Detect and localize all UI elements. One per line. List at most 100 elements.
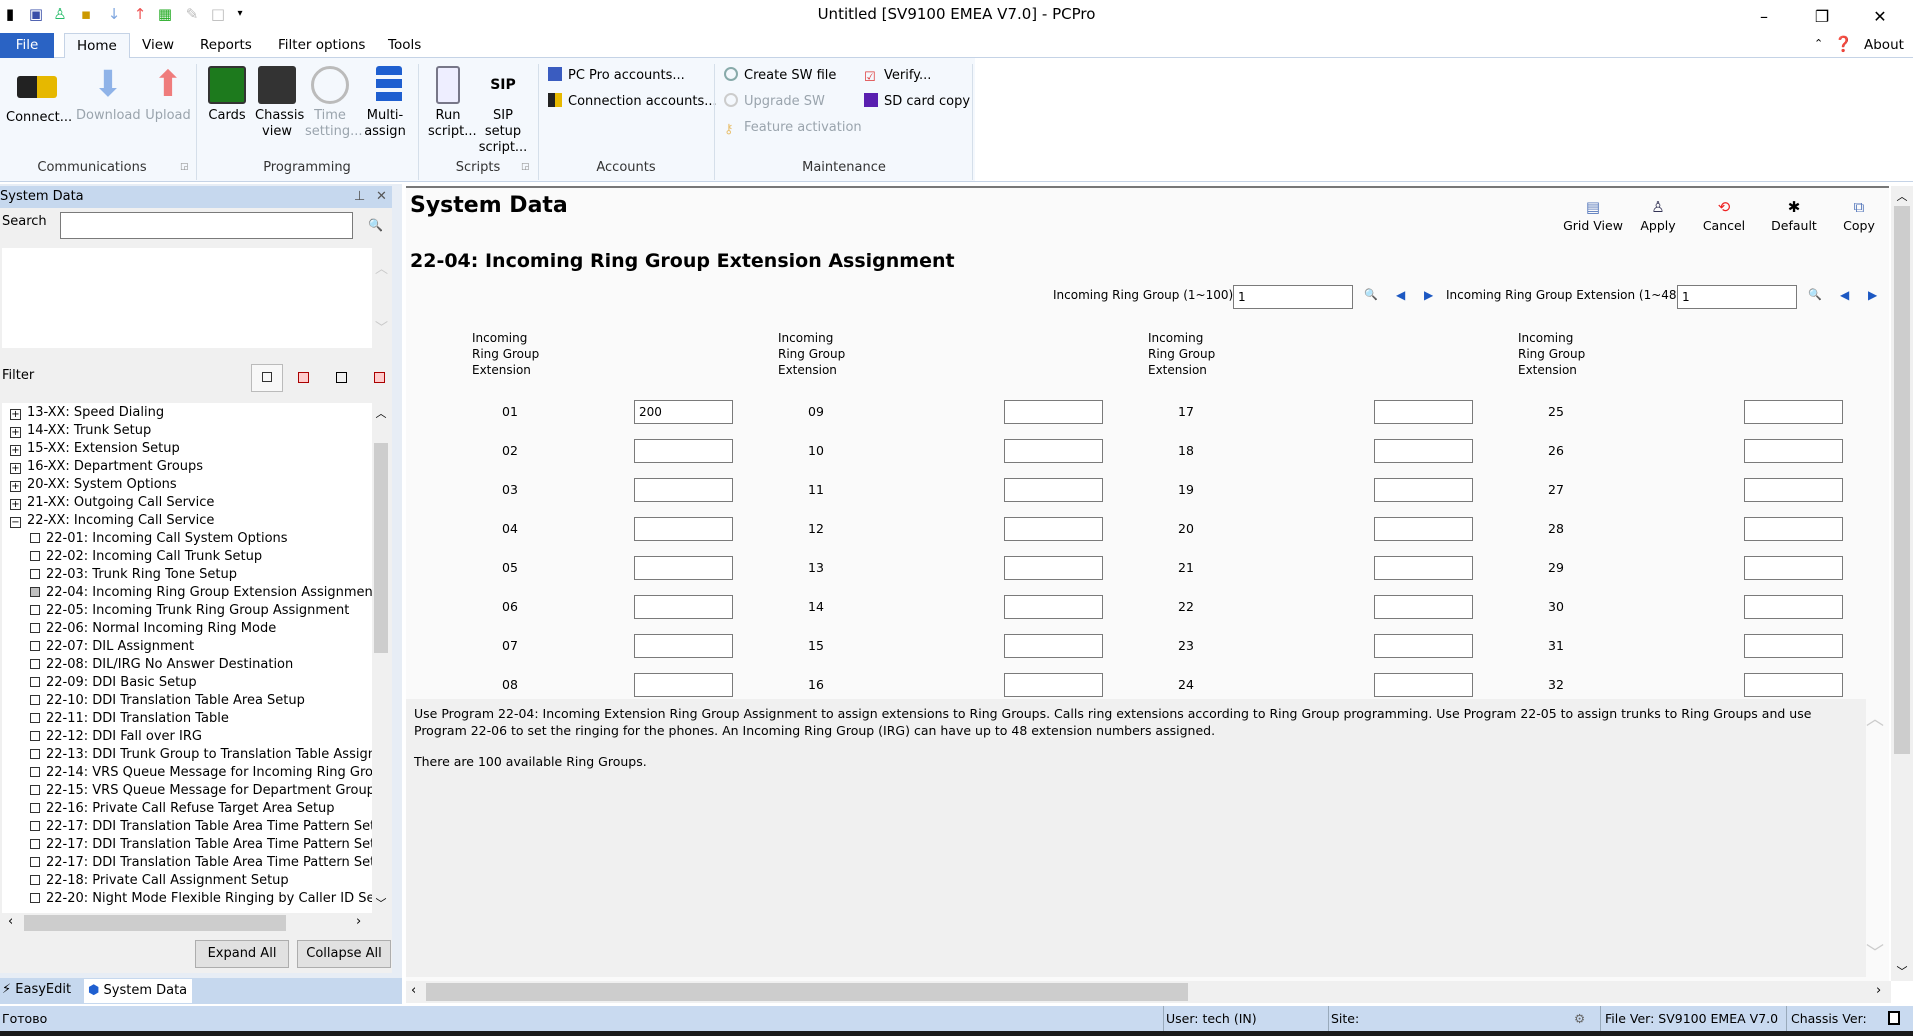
tab-file[interactable]: File xyxy=(0,33,54,58)
checkbox-icon[interactable] xyxy=(30,803,40,813)
checkbox-icon[interactable] xyxy=(30,821,40,831)
apply-button[interactable]: ♙ Apply xyxy=(1628,196,1688,233)
tree-group[interactable]: +14-XX: Trunk Setup xyxy=(10,422,151,440)
cards-button[interactable]: Cards xyxy=(202,66,252,124)
extension-input[interactable] xyxy=(1374,595,1473,619)
tree-item[interactable]: 22-09: DDI Basic Setup xyxy=(30,674,197,692)
create-sw-file-button[interactable]: Create SW file xyxy=(724,67,836,85)
scrollbar-thumb[interactable] xyxy=(374,443,388,653)
extension-input[interactable] xyxy=(634,439,733,463)
tree-item[interactable]: 22-20: Night Mode Flexible Ringing by Ca… xyxy=(30,890,390,908)
scroll-left-icon[interactable]: ‹ xyxy=(8,914,13,929)
tab-filter-options[interactable]: Filter options xyxy=(266,33,377,58)
scroll-right-icon[interactable]: › xyxy=(1876,983,1881,998)
minimize-button[interactable]: – xyxy=(1744,4,1784,30)
upgrade-sw-button[interactable]: Upgrade SW xyxy=(724,93,825,111)
pc-pro-accounts-button[interactable]: PC Pro accounts... xyxy=(548,67,685,85)
feature-activation-button[interactable]: ⚷ Feature activation xyxy=(724,119,862,137)
extension-input[interactable] xyxy=(1744,400,1843,424)
scrollbar-thumb[interactable] xyxy=(426,983,1188,1001)
collapse-icon[interactable]: − xyxy=(10,517,21,528)
main-vertical-scrollbar[interactable]: ︿ ﹀ xyxy=(1891,186,1913,981)
extension-input[interactable] xyxy=(1004,478,1103,502)
tab-easyedit[interactable]: ⚡ EasyEdit xyxy=(2,982,71,997)
ring-group-input[interactable] xyxy=(1233,285,1353,309)
tab-system-data[interactable]: ⬢ System Data xyxy=(84,979,192,1003)
extension-input[interactable] xyxy=(634,673,733,697)
verify-button[interactable]: ☑ Verify... xyxy=(864,67,931,85)
tree-item[interactable]: 22-11: DDI Translation Table xyxy=(30,710,229,728)
about-button[interactable]: About xyxy=(1864,37,1904,53)
checkbox-icon[interactable] xyxy=(30,767,40,777)
checkbox-icon[interactable] xyxy=(30,695,40,705)
tree-item[interactable]: 22-18: Private Call Assignment Setup xyxy=(30,872,289,890)
filter-all-button[interactable] xyxy=(251,364,283,392)
filter-modified-changed-button[interactable] xyxy=(374,372,385,383)
tree-item[interactable]: 22-17: DDI Translation Table Area Time P… xyxy=(30,836,390,854)
extension-input[interactable] xyxy=(634,517,733,541)
tree-item[interactable]: 22-13: DDI Trunk Group to Translation Ta… xyxy=(30,746,390,764)
checkbox-icon[interactable] xyxy=(30,749,40,759)
multi-assign-button[interactable]: Multi-assign xyxy=(358,66,412,140)
ring-group-search-icon[interactable]: 🔍 xyxy=(1364,288,1378,301)
extension-input[interactable] xyxy=(1004,439,1103,463)
extension-input[interactable] xyxy=(1744,439,1843,463)
program-tree[interactable]: +13-XX: Speed Dialing +14-XX: Trunk Setup… xyxy=(2,403,390,915)
scroll-left-icon[interactable]: ‹ xyxy=(411,983,416,998)
extension-input[interactable] xyxy=(1374,400,1473,424)
extension-input[interactable] xyxy=(634,595,733,619)
tree-horizontal-scrollbar[interactable]: ‹ › xyxy=(2,913,390,933)
tree-item[interactable]: 22-01: Incoming Call System Options xyxy=(30,530,288,548)
tree-group[interactable]: +16-XX: Department Groups xyxy=(10,458,203,476)
scrollbar-thumb[interactable] xyxy=(1894,206,1910,754)
collapse-all-button[interactable]: Collapse All xyxy=(297,940,391,968)
collapse-ribbon-icon[interactable]: ⌃ xyxy=(1814,37,1823,50)
ring-group-next-icon[interactable]: ▶ xyxy=(1424,288,1433,302)
checkbox-icon[interactable] xyxy=(30,857,40,867)
help-icon[interactable]: ❓ xyxy=(1834,35,1853,53)
tree-item[interactable]: 22-10: DDI Translation Table Area Setup xyxy=(30,692,305,710)
tab-view[interactable]: View xyxy=(130,33,186,58)
tree-vertical-scrollbar[interactable]: ︿ ﹀ xyxy=(372,403,390,913)
grid-view-button[interactable]: ▤ Grid View xyxy=(1553,196,1633,233)
expand-icon[interactable]: + xyxy=(10,499,21,510)
expand-icon[interactable]: + xyxy=(10,445,21,456)
filter-modified-button[interactable] xyxy=(336,372,347,383)
extension-next-icon[interactable]: ▶ xyxy=(1868,288,1877,302)
checkbox-icon[interactable] xyxy=(30,587,40,597)
tree-item[interactable]: 22-04: Incoming Ring Group Extension Ass… xyxy=(30,584,378,602)
chassis-view-button[interactable]: Chassis view xyxy=(252,66,304,140)
extension-input[interactable] xyxy=(1744,478,1843,502)
extension-input[interactable] xyxy=(634,400,733,424)
scrollbar-thumb[interactable] xyxy=(24,915,286,931)
checkbox-icon[interactable] xyxy=(30,641,40,651)
extension-input[interactable] xyxy=(1744,673,1843,697)
expand-all-button[interactable]: Expand All xyxy=(195,940,289,968)
expand-icon[interactable]: + xyxy=(10,427,21,438)
search-input[interactable] xyxy=(60,212,353,239)
extension-input[interactable] xyxy=(1004,517,1103,541)
tab-reports[interactable]: Reports xyxy=(188,33,264,58)
checkbox-icon[interactable] xyxy=(30,731,40,741)
connect-button[interactable]: Connect... xyxy=(6,66,72,126)
tree-item[interactable]: 22-12: DDI Fall over IRG xyxy=(30,728,202,746)
time-setting-button[interactable]: Time setting... xyxy=(304,66,362,140)
tree-item[interactable]: 22-16: Private Call Refuse Target Area S… xyxy=(30,800,335,818)
dialog-launcher-icon[interactable]: ◲ xyxy=(180,162,189,172)
checkbox-icon[interactable] xyxy=(30,875,40,885)
connection-accounts-button[interactable]: Connection accounts... xyxy=(548,93,717,111)
checkbox-icon[interactable] xyxy=(30,551,40,561)
extension-input[interactable] xyxy=(1004,673,1103,697)
extension-input[interactable] xyxy=(1004,595,1103,619)
cancel-button[interactable]: ⟲ Cancel xyxy=(1694,196,1754,233)
tab-home[interactable]: Home xyxy=(64,33,130,59)
checkbox-icon[interactable] xyxy=(30,659,40,669)
sip-setup-script-button[interactable]: SIP SIP setup script... xyxy=(472,66,534,156)
extension-input[interactable] xyxy=(1374,517,1473,541)
extension-input[interactable] xyxy=(1004,400,1103,424)
tree-item[interactable]: 22-14: VRS Queue Message for Incoming Ri… xyxy=(30,764,389,782)
extension-input[interactable] xyxy=(1374,556,1473,580)
expand-icon[interactable]: + xyxy=(10,409,21,420)
checkbox-icon[interactable] xyxy=(30,677,40,687)
dialog-launcher-icon[interactable]: ◲ xyxy=(521,162,530,172)
